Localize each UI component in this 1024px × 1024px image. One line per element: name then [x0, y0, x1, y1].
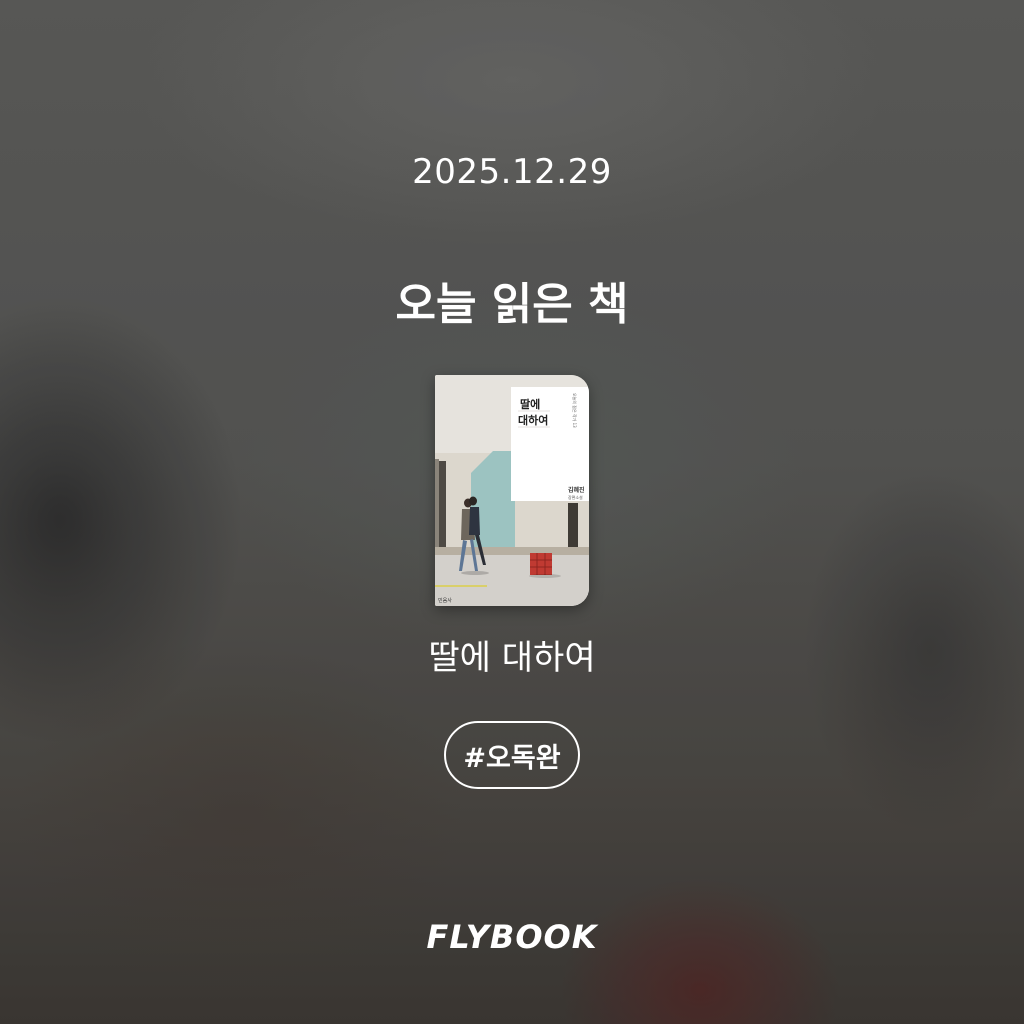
cover-genre: 장편소설: [568, 494, 583, 500]
page-heading: 오늘 읽은 책: [395, 279, 629, 330]
book-title: 딸에 대하여: [428, 638, 596, 678]
cover-title-line1: 딸에: [520, 397, 540, 411]
cover-author: 김혜진: [568, 486, 585, 494]
date-label: 2025.12.29: [412, 152, 612, 192]
hashtag-badge[interactable]: #오독완: [444, 721, 580, 789]
book-cover: 딸에 대하여 오늘의 젊은 작가 13 김혜진 장편소설 민음사: [435, 375, 589, 606]
cover-publisher: 민음사: [438, 597, 452, 604]
cover-title-line2: 대하여: [518, 413, 548, 427]
flybook-logo: FLYBOOK: [426, 918, 598, 956]
cover-series: 오늘의 젊은 작가 13: [572, 393, 578, 428]
